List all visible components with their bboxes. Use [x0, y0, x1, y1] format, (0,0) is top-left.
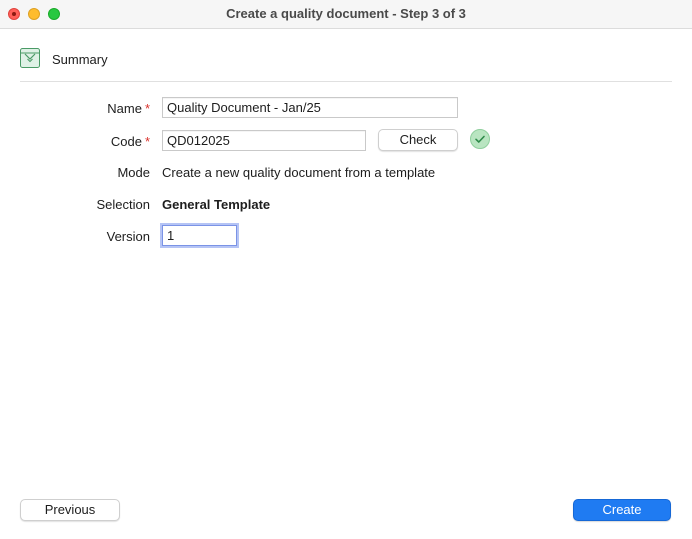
previous-button[interactable]: Previous — [20, 499, 120, 521]
name-label: Name * — [107, 101, 150, 116]
window-title: Create a quality document - Step 3 of 3 — [226, 6, 466, 21]
mode-label: Mode — [117, 165, 150, 180]
mode-value: Create a new quality document from a tem… — [162, 165, 436, 180]
section-divider — [20, 81, 672, 82]
code-label: Code * — [110, 134, 150, 149]
version-label: Version — [106, 229, 150, 244]
selection-value: General Template — [162, 197, 271, 212]
check-button[interactable]: Check — [378, 129, 458, 151]
required-marker: * — [144, 101, 150, 116]
code-field[interactable] — [162, 130, 366, 151]
required-marker: * — [144, 134, 150, 149]
version-field[interactable] — [162, 225, 237, 246]
name-field[interactable] — [162, 97, 458, 118]
window-titlebar: Create a quality document - Step 3 of 3 — [0, 0, 692, 29]
section-title: Summary — [52, 52, 108, 67]
checkmark-icon — [470, 129, 490, 149]
selection-label: Selection — [96, 197, 150, 212]
create-button[interactable]: Create — [573, 499, 671, 521]
summary-document-icon — [20, 48, 40, 68]
